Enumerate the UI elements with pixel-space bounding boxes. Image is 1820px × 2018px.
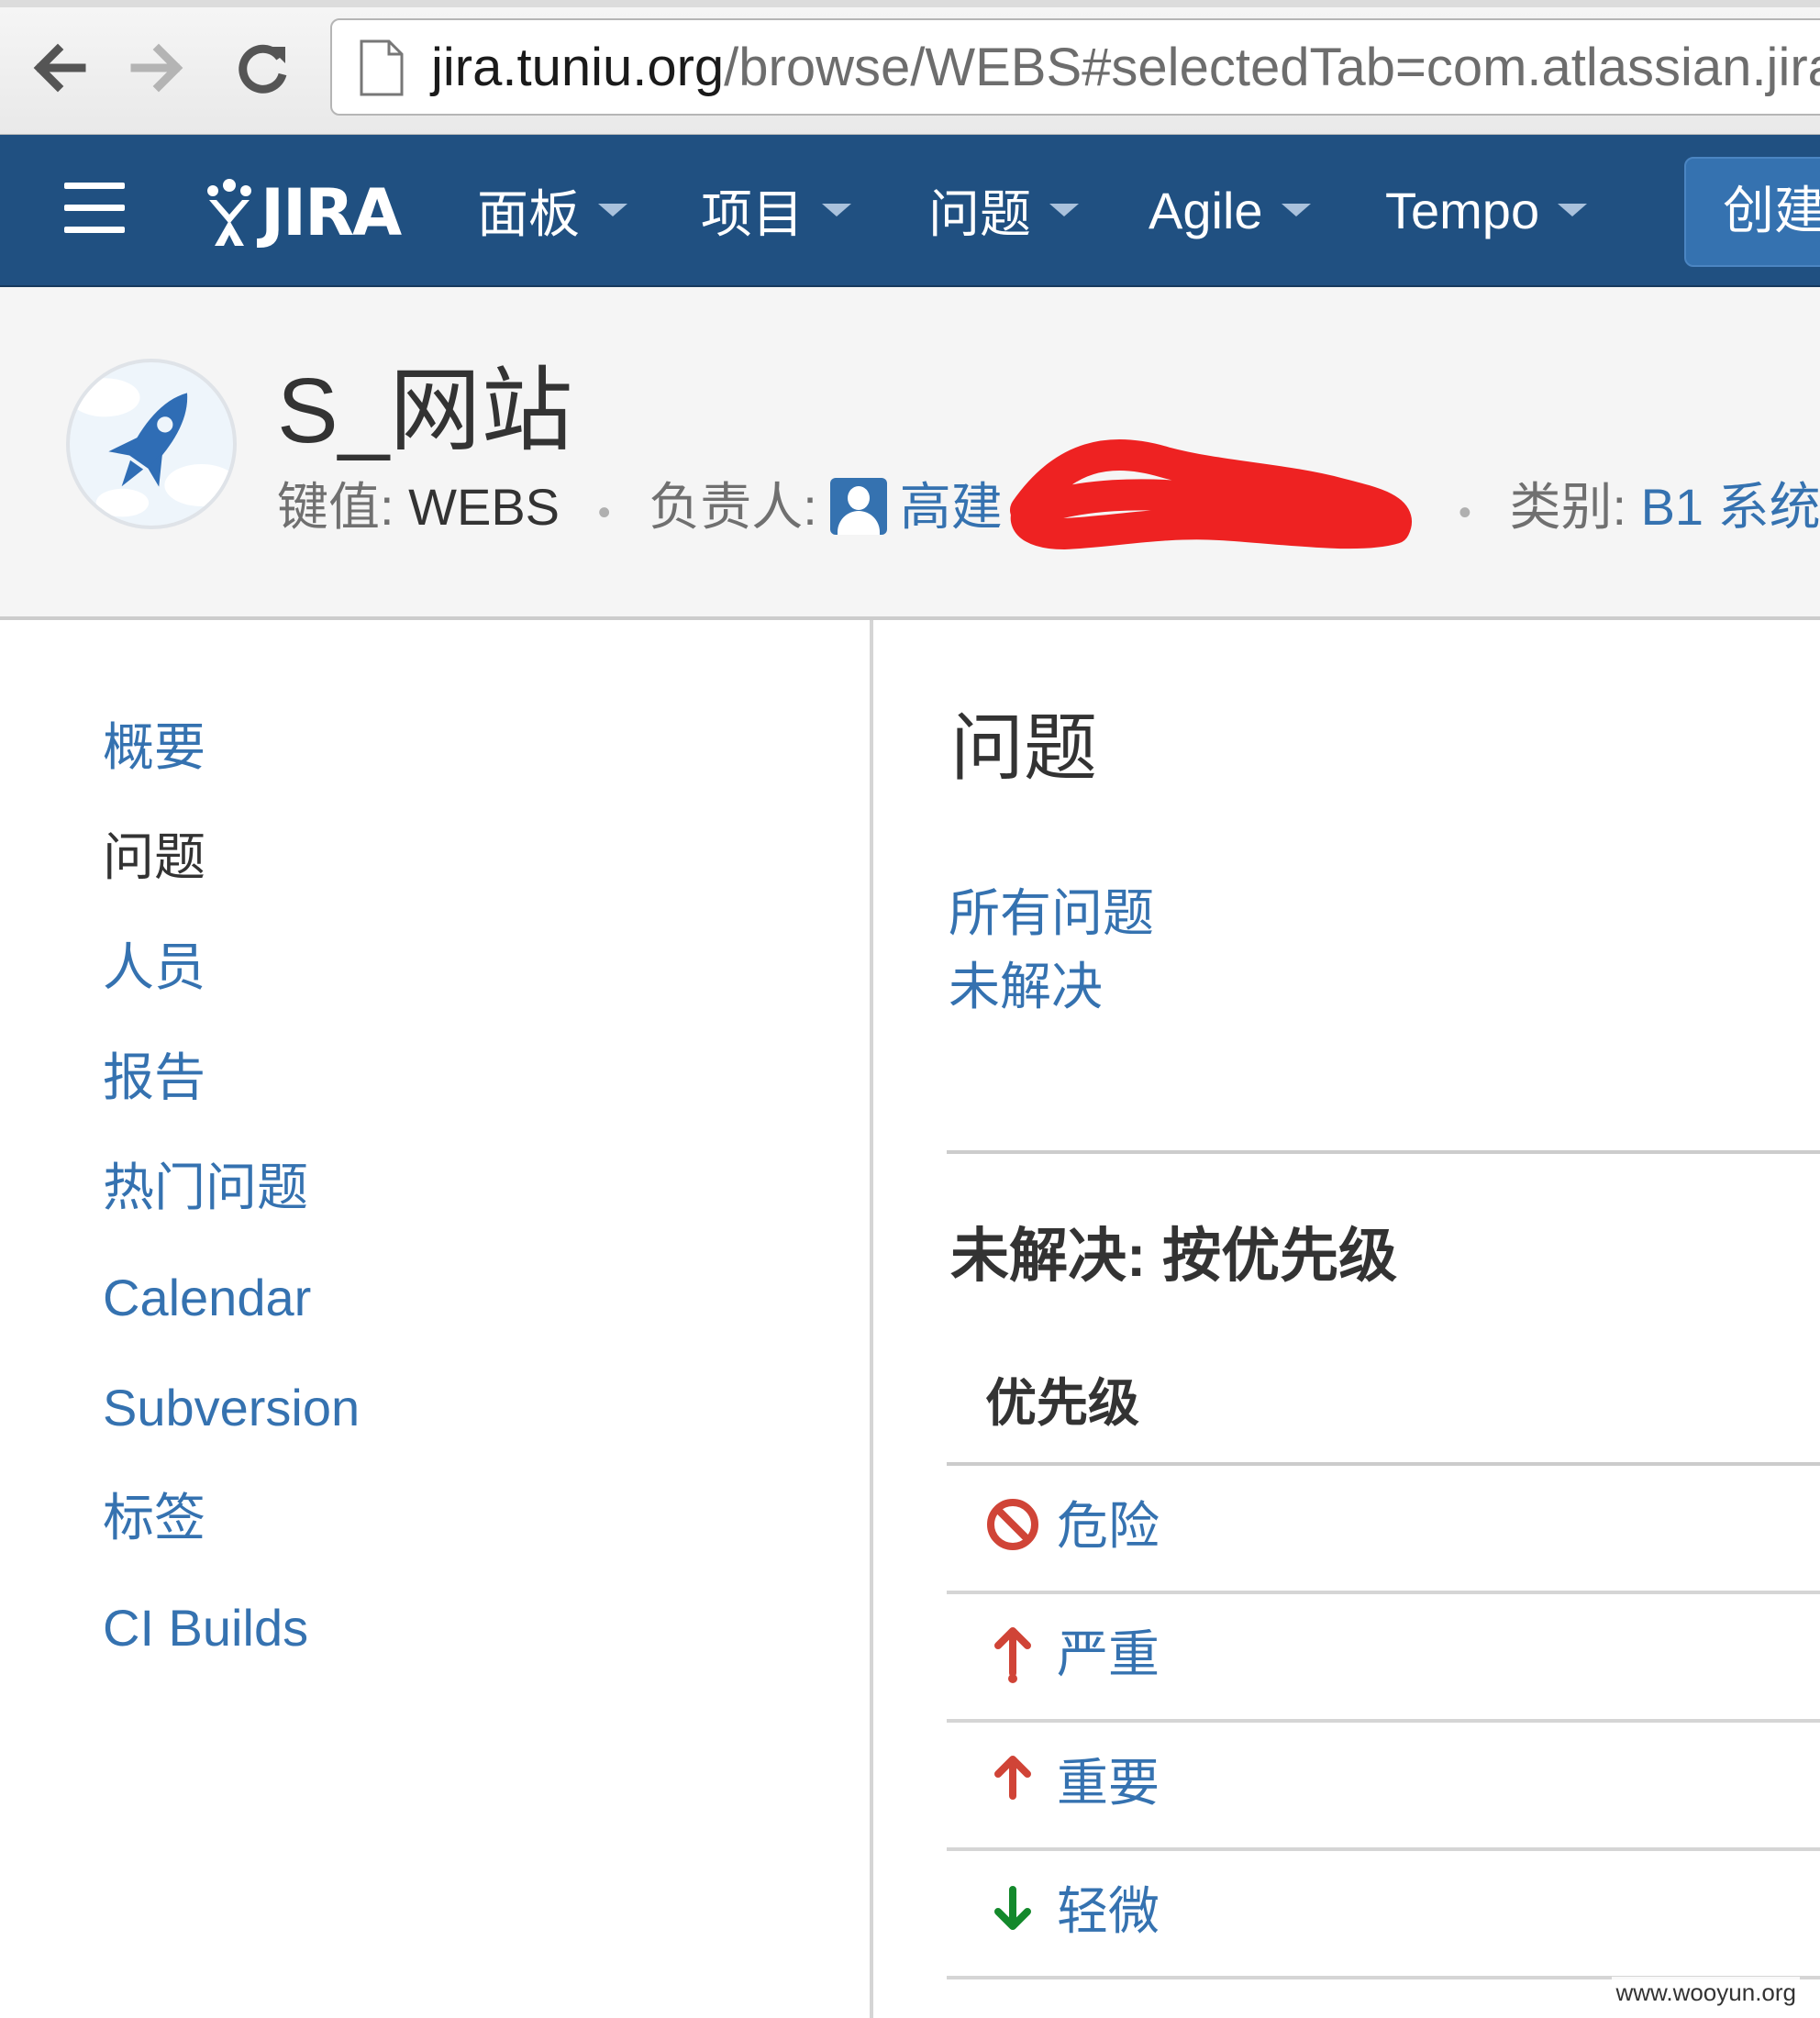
- filter-unresolved-link[interactable]: 未解决: [949, 952, 1103, 1022]
- project-key-label: 键值:: [277, 478, 394, 536]
- chevron-down-icon: [598, 204, 627, 216]
- meta-separator: •: [1458, 493, 1471, 533]
- project-sidebar: 概要 问题 人员 报告 热门问题 Calendar Subversion 标签 …: [103, 706, 360, 1697]
- arrow-up-major-icon: [994, 1756, 1031, 1800]
- url-text: jira.tuniu.org/browse/WEBS#selectedTab=c…: [431, 33, 1820, 103]
- priority-link[interactable]: 严重: [1057, 1618, 1160, 1691]
- nav-label: 面板: [477, 184, 580, 243]
- app-switcher-menu-icon[interactable]: [64, 183, 125, 236]
- project-lead-label: 负责人:: [649, 478, 817, 536]
- nav-label: Agile: [1149, 181, 1263, 239]
- browser-tab-strip: [0, 0, 1820, 7]
- user-avatar-icon: [829, 478, 887, 536]
- divider: [947, 1150, 1820, 1154]
- sidebar-item-issues[interactable]: 问题: [103, 816, 360, 926]
- sidebar-item-labels[interactable]: 标签: [103, 1477, 360, 1587]
- sidebar-item-subversion[interactable]: Subversion: [103, 1367, 360, 1477]
- address-bar[interactable]: jira.tuniu.org/browse/WEBS#selectedTab=c…: [330, 18, 1820, 116]
- priority-link[interactable]: 危险: [1057, 1490, 1160, 1563]
- nav-label: 问题: [928, 184, 1031, 243]
- nav-dashboards[interactable]: 面板: [477, 172, 627, 249]
- forward-button[interactable]: [125, 35, 191, 101]
- project-header: S_网站 键值: WEBS • 负责人: 高建 • 类别: B1 系统产: [0, 287, 1820, 620]
- sidebar-item-reports[interactable]: 报告: [103, 1037, 360, 1147]
- page-icon: [360, 39, 404, 96]
- nav-label: 项目: [701, 184, 804, 243]
- chevron-down-icon: [1049, 204, 1079, 216]
- filter-all-issues-link[interactable]: 所有问题: [949, 879, 1154, 948]
- create-issue-button[interactable]: 创建: [1684, 157, 1820, 267]
- browser-toolbar: jira.tuniu.org/browse/WEBS#selectedTab=c…: [0, 0, 1820, 136]
- jira-logo[interactable]: JIRA: [202, 162, 413, 263]
- project-category-link[interactable]: B1 系统产: [1641, 478, 1820, 536]
- sidebar-item-people[interactable]: 人员: [103, 926, 360, 1037]
- nav-projects[interactable]: 项目: [701, 172, 851, 249]
- chevron-down-icon: [822, 204, 851, 216]
- sidebar-item-ci-builds[interactable]: CI Builds: [103, 1587, 360, 1697]
- chevron-down-icon: [1281, 204, 1311, 216]
- project-meta: 键值: WEBS • 负责人: 高建 • 类别: B1 系统产: [277, 471, 1820, 544]
- rocket-icon: [70, 378, 233, 517]
- sidebar-item-summary[interactable]: 概要: [103, 706, 360, 816]
- sidebar-item-popular-issues[interactable]: 热门问题: [103, 1147, 360, 1257]
- jira-logo-text: JIRA: [261, 175, 402, 250]
- table-row[interactable]: 严重: [947, 1594, 1820, 1723]
- priority-column-header: 优先级: [985, 1374, 1139, 1432]
- project-category-label: 类别:: [1509, 478, 1627, 536]
- project-title: S_网站: [277, 360, 573, 462]
- priority-link[interactable]: 重要: [1057, 1746, 1160, 1820]
- priority-link[interactable]: 轻微: [1057, 1875, 1160, 1948]
- arrow-down-minor-icon: [994, 1886, 1031, 1930]
- reload-button[interactable]: [229, 35, 295, 101]
- reload-icon: [239, 44, 287, 94]
- nav-tempo[interactable]: Tempo: [1385, 172, 1588, 249]
- jira-header: JIRA 面板 项目 问题 Agile Tempo 创建: [0, 135, 1820, 287]
- blocker-icon: [987, 1499, 1038, 1550]
- sidebar-divider: [870, 620, 873, 2018]
- nav-agile[interactable]: Agile: [1149, 172, 1311, 249]
- project-lead-link[interactable]: 高建: [900, 478, 1003, 536]
- url-path: /browse/WEBS#selectedTab=com.atlassian.j…: [724, 38, 1820, 97]
- chevron-down-icon: [1558, 204, 1588, 216]
- back-arrow-icon: [33, 43, 86, 93]
- back-button[interactable]: [26, 35, 92, 101]
- project-key-value: WEBS: [408, 478, 560, 536]
- page-title: 问题: [950, 707, 1097, 789]
- forward-arrow-icon: [130, 43, 183, 93]
- watermark: www.wooyun.org: [1612, 1977, 1800, 2009]
- main-content: 问题 所有问题 未解决 未解决: 按优先级 优先级 危险 严重 重要 轻微: [947, 620, 1820, 2018]
- url-host: jira.tuniu.org: [431, 38, 725, 97]
- sidebar-item-calendar[interactable]: Calendar: [103, 1257, 360, 1367]
- arrow-up-critical-icon: [994, 1627, 1031, 1683]
- project-avatar[interactable]: [66, 359, 237, 529]
- nav-issues[interactable]: 问题: [928, 172, 1079, 249]
- meta-separator: •: [597, 493, 611, 533]
- section-heading: 未解决: 按优先级: [950, 1223, 1398, 1289]
- jira-logo-mark-icon: [207, 179, 251, 246]
- table-row[interactable]: 轻微: [947, 1851, 1820, 1979]
- table-row[interactable]: 危险: [947, 1466, 1820, 1594]
- table-row[interactable]: 重要: [947, 1723, 1820, 1851]
- nav-label: Tempo: [1385, 181, 1540, 239]
